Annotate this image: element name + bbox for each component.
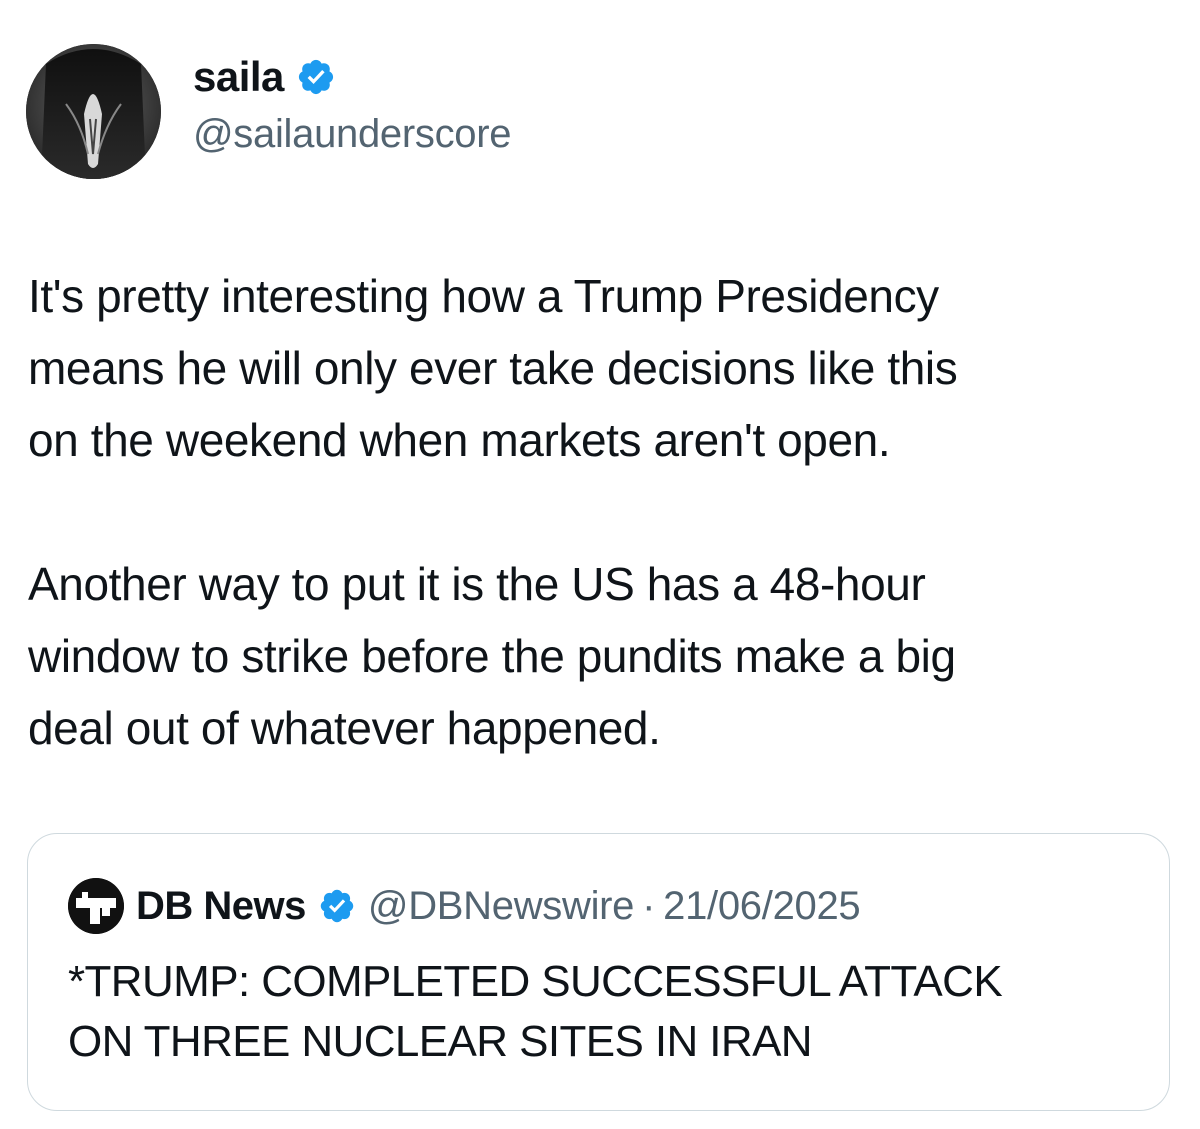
quoted-tweet-card[interactable]: DB News @DBNewswire · 21/06/2025 *TRUMP:… [27, 833, 1170, 1111]
author-handle[interactable]: @sailaunderscore [193, 112, 512, 157]
author-display-name[interactable]: saila [193, 53, 284, 101]
quoted-tweet-header: DB News @DBNewswire · 21/06/2025 [68, 876, 861, 936]
tweet-text: It's pretty interesting how a Trump Pres… [28, 260, 1178, 764]
quoted-verified-badge-icon[interactable] [318, 887, 356, 925]
quoted-separator: · [642, 883, 656, 928]
quoted-display-name[interactable]: DB News [136, 884, 306, 929]
quoted-handle[interactable]: @DBNewswire [368, 884, 635, 929]
quoted-date[interactable]: 21/06/2025 [663, 884, 861, 929]
tweet-paragraph-2: Another way to put it is the US has a 48… [28, 558, 956, 754]
tweet-paragraph-1: It's pretty interesting how a Trump Pres… [28, 270, 958, 466]
author-name-row: saila [193, 52, 336, 102]
verified-badge-icon[interactable] [296, 57, 336, 97]
tweet: saila @sailaunderscore It's pretty inter… [0, 0, 1200, 1129]
db-news-logo-icon [68, 878, 124, 934]
quoted-tweet-text: *TRUMP: COMPLETED SUCCESSFUL ATTACK ON T… [68, 957, 1003, 1066]
db-news-logo-avatar[interactable] [68, 878, 124, 934]
penguin-photo-icon [26, 44, 161, 179]
author-avatar[interactable] [26, 44, 161, 179]
